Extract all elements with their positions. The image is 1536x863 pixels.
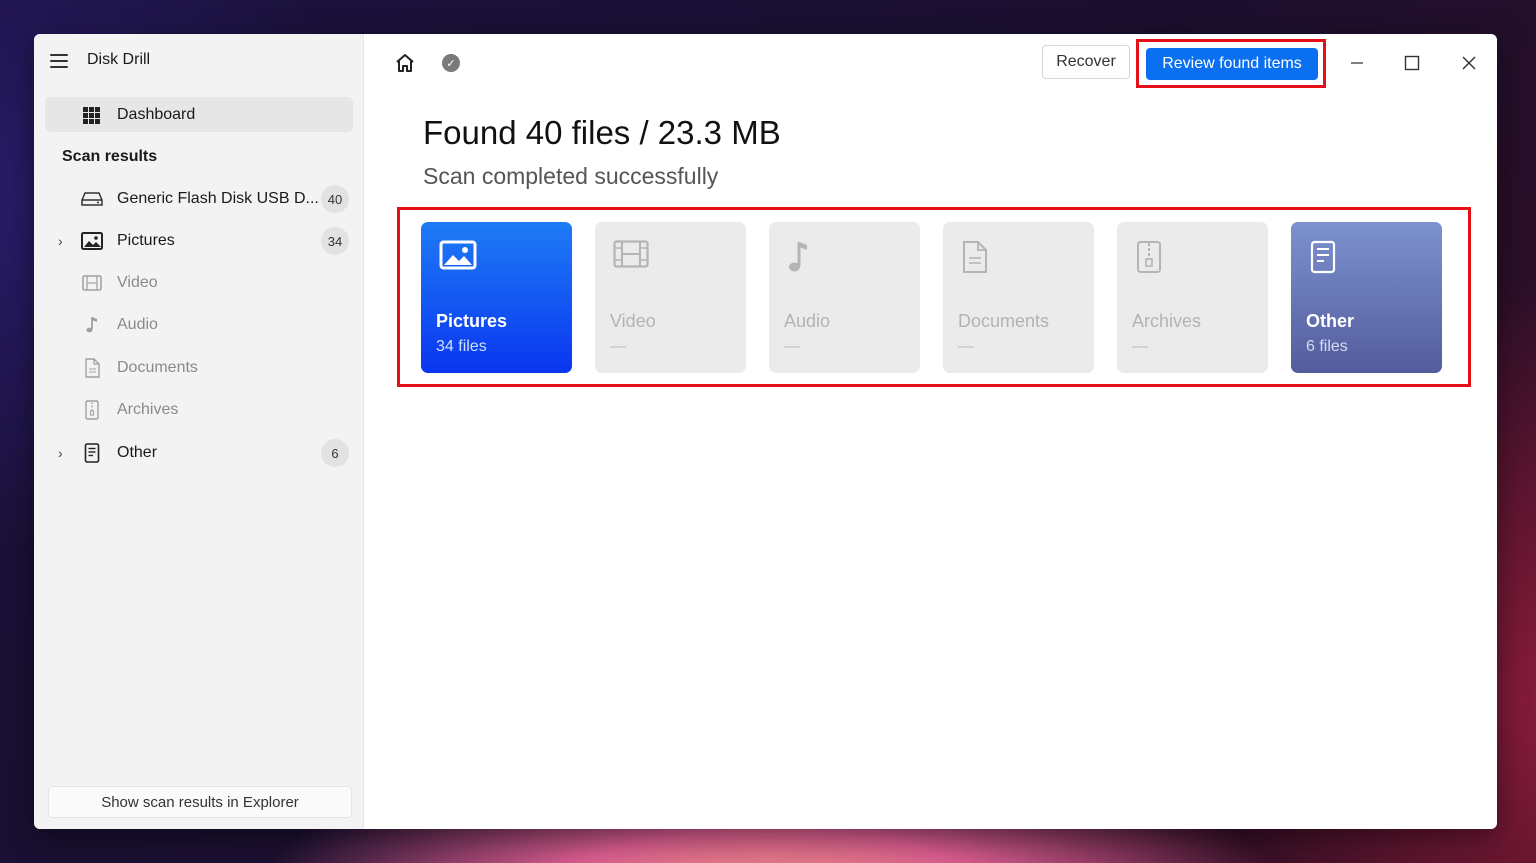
chevron-right-icon[interactable]: › [58, 233, 63, 249]
sidebar-item-documents[interactable]: Documents [34, 350, 364, 386]
archive-icon [81, 399, 103, 421]
tile-count: 34 files [436, 338, 487, 355]
tile-name: Pictures [436, 311, 508, 331]
tile-count: — [1132, 338, 1148, 355]
sidebar-item-dashboard[interactable]: Dashboard [45, 97, 353, 132]
category-tile-other[interactable]: Other 6 files [1291, 222, 1442, 373]
highlight-frame-categories: Pictures 34 files Video — Audio — Docume… [397, 207, 1471, 387]
section-title-scan-results: Scan results [62, 148, 158, 165]
film-icon [613, 240, 651, 278]
count-badge: 34 [321, 227, 349, 255]
highlight-frame-review: Review found items [1136, 39, 1326, 88]
close-icon[interactable] [1454, 48, 1484, 78]
scan-status-text: Scan completed successfully [423, 163, 719, 189]
main-content: ✓ Recover Review found items Found 40 fi… [364, 34, 1497, 829]
document-icon [81, 357, 103, 379]
tile-count: — [610, 338, 626, 355]
tile-count: 6 files [1306, 338, 1348, 355]
other-file-icon [1309, 240, 1347, 278]
grid-icon [83, 107, 100, 124]
tile-name: Other [1306, 311, 1355, 331]
sidebar-item-label: Video [117, 274, 158, 291]
image-icon [81, 230, 103, 252]
app-title: Disk Drill [87, 51, 151, 68]
document-icon [961, 240, 999, 278]
sidebar-item-label: Audio [117, 316, 158, 333]
music-note-icon [81, 314, 103, 336]
sidebar-item-audio[interactable]: Audio [34, 307, 364, 343]
sidebar-item-pictures[interactable]: › Pictures 34 [34, 223, 364, 259]
home-icon[interactable] [394, 52, 416, 74]
music-note-icon [787, 240, 825, 278]
app-window: Disk Drill Dashboard Scan results Generi… [34, 34, 1497, 829]
category-tile-pictures[interactable]: Pictures 34 files [421, 222, 572, 373]
count-badge: 40 [321, 185, 349, 213]
sidebar-item-label: Archives [117, 401, 179, 418]
sidebar-item-flash-disk[interactable]: Generic Flash Disk USB D... 40 [34, 181, 364, 217]
category-tile-audio[interactable]: Audio — [769, 222, 920, 373]
recover-button[interactable]: Recover [1042, 45, 1130, 79]
tile-count: — [784, 338, 800, 355]
sidebar-item-label: Generic Flash Disk USB D... [117, 190, 319, 207]
page-title: Found 40 files / 23.3 MB [423, 114, 781, 151]
category-tile-archives[interactable]: Archives — [1117, 222, 1268, 373]
category-tile-video[interactable]: Video — [595, 222, 746, 373]
sidebar-item-label: Other [117, 444, 158, 461]
sidebar-item-archives[interactable]: Archives [34, 392, 364, 428]
tile-count: — [958, 338, 974, 355]
chevron-right-icon[interactable]: › [58, 445, 63, 461]
sidebar-item-video[interactable]: Video [34, 265, 364, 301]
minimize-icon[interactable] [1342, 48, 1372, 78]
drive-icon [81, 188, 103, 210]
category-tile-documents[interactable]: Documents — [943, 222, 1094, 373]
hamburger-menu-icon[interactable] [50, 54, 68, 68]
sidebar: Disk Drill Dashboard Scan results Generi… [34, 34, 364, 829]
archive-icon [1135, 240, 1173, 278]
tile-name: Video [610, 311, 656, 331]
sidebar-item-label: Pictures [117, 232, 175, 249]
maximize-icon[interactable] [1397, 48, 1427, 78]
other-file-icon [81, 442, 103, 464]
scan-complete-check-icon[interactable]: ✓ [442, 54, 460, 72]
show-in-explorer-button[interactable]: Show scan results in Explorer [48, 786, 352, 818]
count-badge: 6 [321, 439, 349, 467]
tile-name: Archives [1132, 311, 1202, 331]
review-found-items-button[interactable]: Review found items [1146, 48, 1318, 80]
image-icon [439, 240, 477, 278]
tile-name: Audio [784, 311, 831, 331]
sidebar-item-label: Dashboard [117, 105, 196, 123]
sidebar-item-other[interactable]: › Other 6 [34, 435, 364, 471]
tile-name: Documents [958, 311, 1050, 331]
sidebar-item-label: Documents [117, 359, 198, 376]
film-icon [81, 272, 103, 294]
